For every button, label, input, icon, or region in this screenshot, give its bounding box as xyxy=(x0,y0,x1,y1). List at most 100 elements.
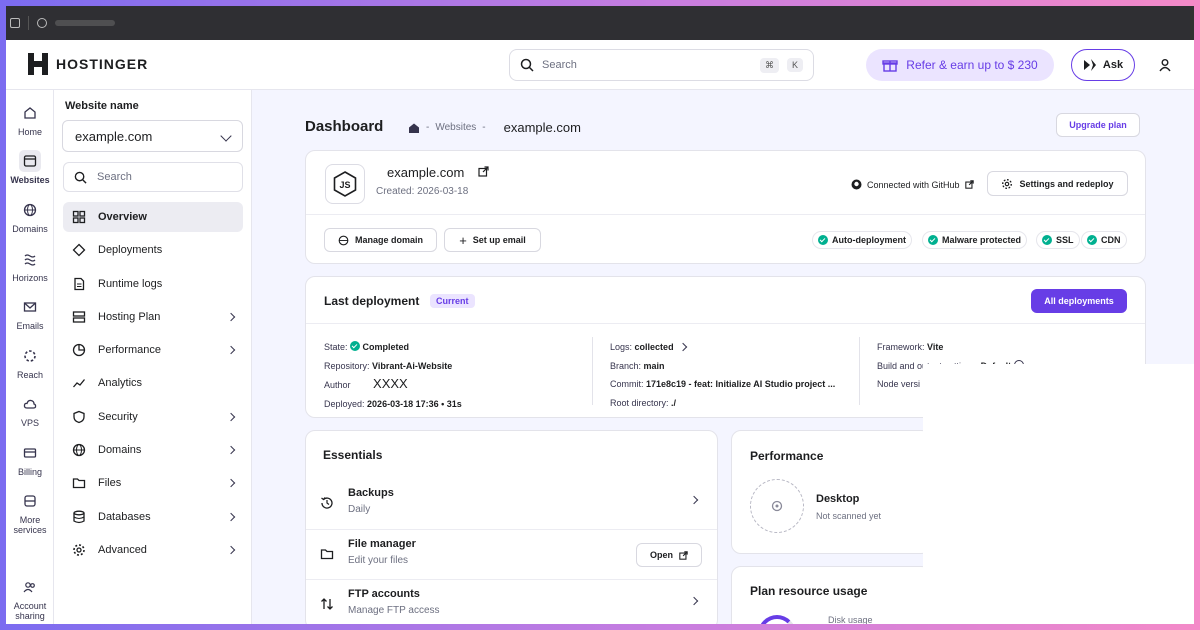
rail-websites[interactable]: Websites xyxy=(6,150,54,185)
rail-account-sharing[interactable]: Account sharing xyxy=(6,576,54,621)
setup-email-button[interactable]: + Set up email xyxy=(444,228,541,252)
device-label: Desktop xyxy=(816,493,860,505)
ask-button[interactable]: Ask xyxy=(1071,49,1135,81)
divider xyxy=(28,16,29,30)
home-icon xyxy=(19,102,41,124)
current-tag: Current xyxy=(430,294,475,308)
search-icon xyxy=(520,58,534,72)
card-icon xyxy=(19,442,41,464)
breadcrumb-websites[interactable]: Websites xyxy=(435,122,476,133)
home-icon[interactable] xyxy=(408,122,420,134)
rail-label: Websites xyxy=(10,175,50,185)
browser-frame: HOSTINGER Search ⌘ K Refer & earn up to … xyxy=(6,6,1194,624)
sidebar-item-security[interactable]: Security xyxy=(63,402,243,432)
users-icon xyxy=(19,576,41,598)
cloud-icon xyxy=(19,393,41,415)
breadcrumb: - Websites - example.com xyxy=(408,120,581,135)
chevron-down-icon xyxy=(220,130,232,142)
settings-redeploy-button[interactable]: Settings and redeploy xyxy=(987,171,1128,196)
breadcrumb-separator: - xyxy=(482,122,486,133)
server-icon xyxy=(72,311,86,323)
manage-domain-button[interactable]: Manage domain xyxy=(324,228,437,252)
github-icon xyxy=(851,179,862,190)
deployment-details-col-1: State: Completed Repository: Vibrant-Ai-… xyxy=(324,341,462,409)
essentials-ftp-accounts[interactable]: FTP accounts Manage FTP access xyxy=(306,579,717,624)
divider xyxy=(859,337,860,405)
rail-home[interactable]: Home xyxy=(6,102,54,137)
sidebar-item-label: Analytics xyxy=(98,377,143,390)
status-badge: CDN xyxy=(1081,231,1127,249)
rail-emails[interactable]: Emails xyxy=(6,296,54,331)
sidebar-search-input[interactable]: Search xyxy=(63,162,243,192)
sidebar-item-overview[interactable]: Overview xyxy=(63,202,243,232)
rail-more-services[interactable]: More services xyxy=(6,490,54,535)
sidebar-item-files[interactable]: Files xyxy=(63,468,243,498)
ask-label: Ask xyxy=(1102,59,1124,71)
sidebar-item-label: Databases xyxy=(98,510,151,523)
blurred-url xyxy=(55,20,115,26)
chevron-right-icon xyxy=(678,342,688,352)
rail-label: Account xyxy=(13,601,47,611)
brand-name: HOSTINGER xyxy=(56,56,149,72)
essentials-card: Essentials Backups Daily File manager Ed… xyxy=(305,430,718,624)
row-subtitle: Edit your files xyxy=(348,555,409,566)
external-link-icon[interactable] xyxy=(478,166,489,177)
rail-label: More xyxy=(19,515,41,525)
global-search-input[interactable]: Search ⌘ K xyxy=(509,49,814,81)
sidebar-item-hosting-plan[interactable]: Hosting Plan xyxy=(63,302,243,332)
left-rail: Home Websites Domains Horizons Emails Re… xyxy=(6,90,54,624)
sidebar-item-domains[interactable]: Domains xyxy=(63,435,243,465)
sidebar-item-databases[interactable]: Databases xyxy=(63,502,243,532)
status-badge: Malware protected xyxy=(922,231,1028,249)
rail-billing[interactable]: Billing xyxy=(6,442,54,477)
all-deployments-button[interactable]: All deployments xyxy=(1031,289,1127,313)
created-date: Created: 2026-03-18 xyxy=(376,186,469,197)
sidebar-item-deployments[interactable]: Deployments xyxy=(63,235,243,265)
database-icon xyxy=(73,510,85,523)
rail-label: Domains xyxy=(12,224,48,234)
rail-horizons[interactable]: Horizons xyxy=(6,248,54,283)
apps-grid-icon[interactable] xyxy=(10,18,20,28)
github-link[interactable]: Connected with GitHub xyxy=(851,179,974,190)
plan-resource-card: Plan resource usage Disk usage xyxy=(731,566,931,624)
refer-earn-button[interactable]: Refer & earn up to $ 230 xyxy=(866,49,1054,81)
chevron-right-icon xyxy=(226,312,236,322)
logs-link[interactable]: Logs: collected xyxy=(610,338,835,357)
setup-email-label: Set up email xyxy=(472,235,526,245)
history-icon xyxy=(321,497,333,509)
rail-label: sharing xyxy=(15,611,45,621)
user-icon[interactable] xyxy=(1158,58,1172,72)
nodejs-icon: JS xyxy=(325,164,365,204)
check-icon xyxy=(350,341,361,351)
breadcrumb-separator: - xyxy=(426,122,430,133)
rail-label: services xyxy=(13,525,47,535)
open-file-manager-button[interactable]: Open xyxy=(636,543,702,567)
upgrade-plan-button[interactable]: Upgrade plan xyxy=(1056,113,1140,137)
gear-icon xyxy=(1002,178,1013,189)
sidebar-item-advanced[interactable]: Advanced xyxy=(63,535,243,565)
rail-reach[interactable]: Reach xyxy=(6,345,54,380)
rail-label: Reach xyxy=(16,370,43,380)
row-title: File manager xyxy=(348,538,416,550)
brand-logo[interactable]: HOSTINGER xyxy=(28,53,148,75)
site-domain: example.com xyxy=(387,165,489,180)
manage-domain-label: Manage domain xyxy=(354,235,423,245)
rail-vps[interactable]: VPS xyxy=(6,393,54,428)
chevron-right-icon xyxy=(226,512,236,521)
reach-icon xyxy=(19,345,41,367)
sidebar-item-performance[interactable]: Performance xyxy=(63,335,243,365)
sidebar-item-runtime-logs[interactable]: Runtime logs xyxy=(63,269,243,299)
hostinger-logo-icon xyxy=(28,53,48,75)
essentials-file-manager[interactable]: File manager Edit your files Open xyxy=(306,529,717,579)
breadcrumb-domain: example.com xyxy=(503,120,581,135)
rail-domains[interactable]: Domains xyxy=(6,199,54,234)
essentials-backups[interactable]: Backups Daily xyxy=(306,479,717,529)
sidebar-item-analytics[interactable]: Analytics xyxy=(63,368,243,398)
website-select[interactable]: example.com xyxy=(62,120,243,152)
chart-line-icon xyxy=(73,379,86,388)
website-sidebar: Website name example.com Search Overview… xyxy=(54,90,252,624)
check-icon xyxy=(1042,235,1052,245)
status-badge: SSL xyxy=(1036,231,1080,249)
search-icon xyxy=(74,171,87,184)
sidebar-search-placeholder: Search xyxy=(97,171,132,183)
